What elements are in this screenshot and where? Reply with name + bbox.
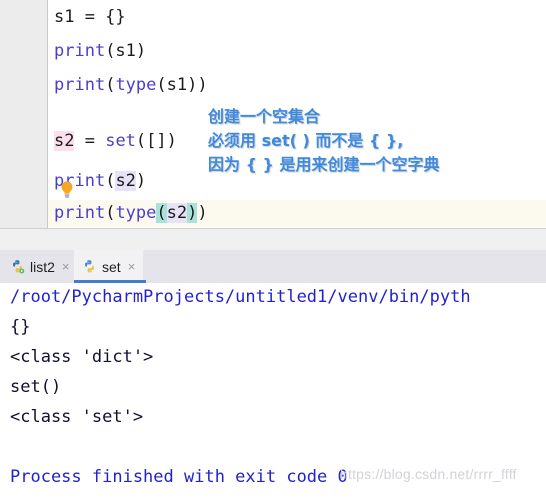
code-token: type [115, 203, 157, 223]
console-output-line: <class 'dict'> [10, 347, 154, 367]
console-output-line: Process finished with exit code 0 [10, 467, 348, 487]
tab-list2[interactable]: list2 × [2, 250, 78, 283]
code-line[interactable]: print(type(s2)) [48, 200, 546, 227]
code-token: print [54, 75, 106, 95]
code-token: ( [156, 203, 167, 223]
code-line[interactable]: print(s1) [48, 38, 146, 65]
tab-set-label: set [102, 258, 121, 275]
annotation-line-1: 创建一个空集合 [208, 107, 321, 126]
code-token: s1 = {} [54, 7, 126, 27]
tab-set[interactable]: set × [74, 250, 144, 283]
code-token: print [54, 41, 106, 61]
code-token: (s1)) [156, 75, 208, 95]
code-token: s2 [115, 171, 136, 191]
python-file-icon [82, 259, 97, 274]
tab-set-close-icon[interactable]: × [128, 260, 136, 273]
code-token: = [74, 131, 106, 151]
annotation-line-2: 必须用 set( ) 而不是 { }, [208, 131, 404, 150]
code-token: ) [197, 203, 208, 223]
code-token: ([]) [135, 131, 177, 151]
code-editor-pane[interactable]: s1 = {} print(s1) print(type(s1)) s2 = set(… [0, 0, 546, 228]
annotation-line-3: 因为 { } 是用来创建一个空字典 [208, 155, 440, 174]
tab-list2-label: list2 [30, 258, 55, 275]
code-token: ) [187, 203, 198, 223]
code-token: set [105, 131, 136, 151]
code-line[interactable]: s1 = {} [48, 4, 126, 31]
inspection-squiggle [162, 222, 208, 227]
console-output-line: /root/PycharmProjects/untitled1/venv/bin… [10, 287, 471, 307]
code-token: s2 [166, 203, 188, 223]
code-token: print [54, 203, 106, 223]
run-tool-window-tab-bar[interactable]: list2 × set × [0, 250, 546, 284]
code-token: ( [105, 203, 116, 223]
code-token: ) [135, 171, 147, 191]
code-line[interactable]: print(type(s1)) [48, 72, 208, 99]
python-file-icon [10, 259, 25, 274]
code-token: type [115, 75, 157, 95]
console-output-line: <class 'set'> [10, 407, 144, 427]
annotation-overlay: 创建一个空集合 必须用 set( ) 而不是 { }, 因为 { } 是用来创建… [208, 105, 546, 177]
code-token: s2 [54, 131, 75, 151]
code-token: (s1) [105, 41, 147, 61]
lightbulb-icon[interactable] [59, 180, 75, 198]
code-token: ( [105, 75, 116, 95]
pane-splitter[interactable] [0, 228, 546, 252]
editor-gutter[interactable] [0, 0, 47, 228]
tab-list2-close-icon[interactable]: × [62, 260, 70, 273]
console-output-line: set() [10, 377, 62, 397]
code-token: ( [105, 171, 116, 191]
code-line[interactable]: s2 = set([]) [48, 128, 177, 155]
watermark-text: https://blog.csdn.net/rrrr_ffff [340, 466, 517, 482]
console-output-line: {} [10, 317, 31, 337]
